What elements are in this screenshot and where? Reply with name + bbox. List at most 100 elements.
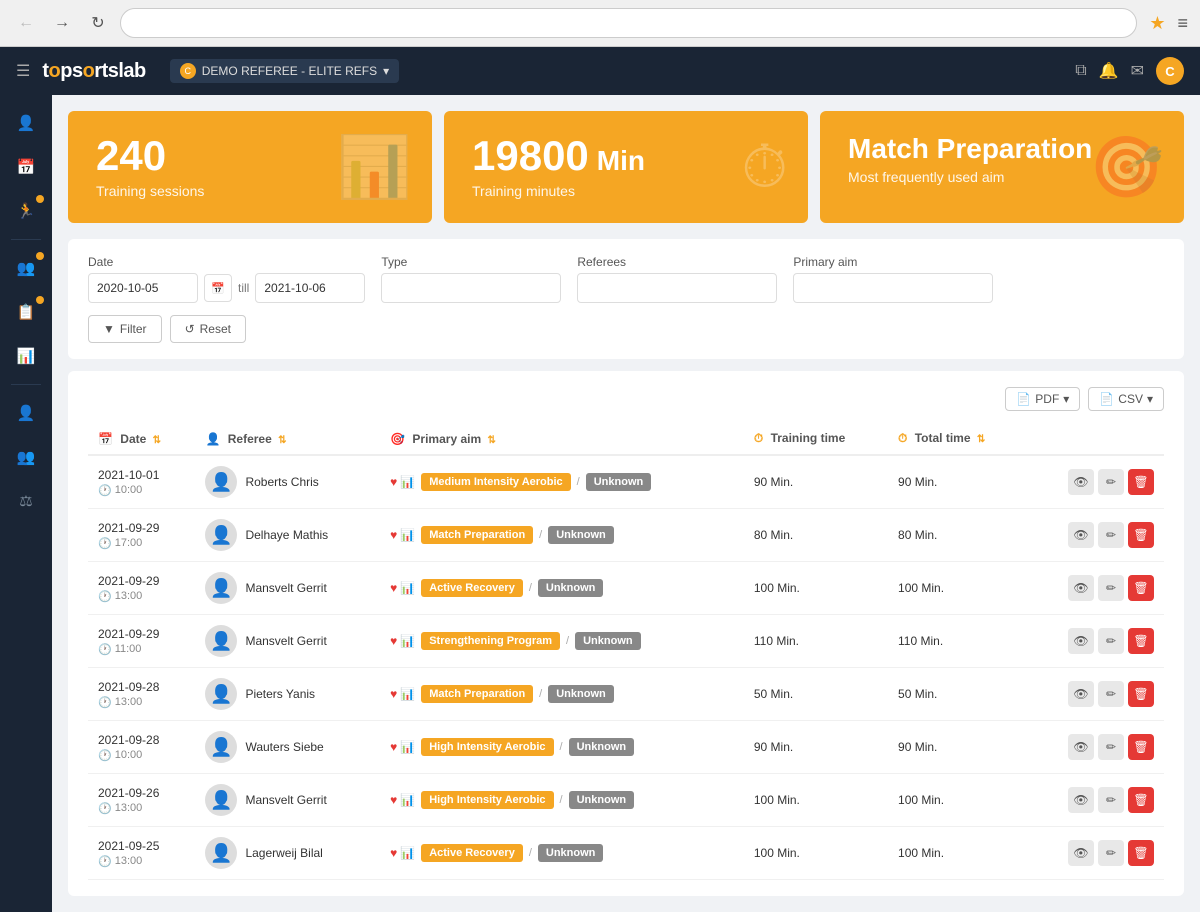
hamburger-icon[interactable]: ☰	[16, 61, 30, 81]
view-button[interactable]: 👁	[1068, 840, 1094, 866]
referee-name: Roberts Chris	[245, 475, 318, 489]
type-filter-input[interactable]	[381, 273, 561, 303]
time-value: 🕐13:00	[98, 855, 185, 868]
referee-avatar: 👤	[205, 466, 237, 498]
date-filter-label: Date	[88, 255, 365, 269]
col-referee[interactable]: 👤 Referee ⇅	[195, 423, 380, 455]
referee-name: Delhaye Mathis	[245, 528, 328, 542]
view-button[interactable]: 👁	[1068, 628, 1094, 654]
training-time-cell: 90 Min.	[744, 455, 888, 509]
date-to-input[interactable]	[255, 273, 365, 303]
delete-button[interactable]: 🗑	[1128, 575, 1154, 601]
edit-button[interactable]: ✏	[1098, 628, 1124, 654]
sidebar-item-calendar[interactable]: 📅	[4, 147, 48, 187]
date-from-input[interactable]	[88, 273, 198, 303]
aim-icons: ♥ 📊	[390, 528, 415, 542]
mail-icon[interactable]: ✉	[1131, 61, 1144, 81]
delete-button[interactable]: 🗑	[1128, 628, 1154, 654]
sidebar-item-user[interactable]: 👤	[4, 393, 48, 433]
date-value: 2021-09-29	[98, 574, 185, 588]
edit-button[interactable]: ✏	[1098, 681, 1124, 707]
bookmark-star-icon[interactable]: ★	[1149, 13, 1165, 34]
delete-button[interactable]: 🗑	[1128, 734, 1154, 760]
edit-button[interactable]: ✏	[1098, 840, 1124, 866]
demo-badge[interactable]: C DEMO REFEREE - ELITE REFS ▾	[170, 59, 399, 83]
edit-button[interactable]: ✏	[1098, 469, 1124, 495]
edit-button[interactable]: ✏	[1098, 522, 1124, 548]
total-time-cell: 80 Min.	[888, 509, 1027, 562]
sidebar-item-stats[interactable]: 📊	[4, 336, 48, 376]
date-cell: 2021-09-29 🕐13:00	[88, 562, 195, 615]
aim-cell: ♥ 📊 Medium Intensity Aerobic / Unknown	[380, 455, 744, 509]
view-button[interactable]: 👁	[1068, 787, 1094, 813]
sidebar-item-team[interactable]: 👥	[4, 248, 48, 288]
referee-col-label: Referee	[228, 432, 272, 446]
edit-button[interactable]: ✏	[1098, 734, 1124, 760]
sidebar-item-profile[interactable]: 👤	[4, 103, 48, 143]
aim-icons: ♥ 📊	[390, 846, 415, 860]
training-time-cell: 90 Min.	[744, 721, 888, 774]
external-link-icon[interactable]: ⧉	[1075, 62, 1086, 80]
time-value: 🕐13:00	[98, 802, 185, 815]
pdf-btn-label: PDF	[1035, 392, 1059, 406]
referee-name: Wauters Siebe	[245, 740, 323, 754]
table-row: 2021-09-29 🕐11:00 👤 Mansvelt Gerrit ♥ 📊 …	[88, 615, 1164, 668]
filter-button[interactable]: ▼ Filter	[88, 315, 162, 343]
time-value: 🕐11:00	[98, 643, 185, 656]
total-time-cell: 100 Min.	[888, 562, 1027, 615]
delete-button[interactable]: 🗑	[1128, 787, 1154, 813]
primary-aim-filter-input[interactable]	[793, 273, 993, 303]
referees-filter-input[interactable]	[577, 273, 777, 303]
delete-button[interactable]: 🗑	[1128, 522, 1154, 548]
col-training-time[interactable]: ⏱ Training time	[744, 423, 888, 455]
url-bar[interactable]	[120, 8, 1137, 38]
view-button[interactable]: 👁	[1068, 522, 1094, 548]
view-button[interactable]: 👁	[1068, 575, 1094, 601]
aim-icons: ♥ 📊	[390, 581, 415, 595]
secondary-aim-tag: Unknown	[538, 844, 604, 862]
col-primary-aim[interactable]: 🎯 Primary aim ⇅	[380, 423, 744, 455]
col-date[interactable]: 📅 Date ⇅	[88, 423, 195, 455]
refresh-button[interactable]: ↻	[84, 9, 112, 37]
secondary-aim-tag: Unknown	[586, 473, 652, 491]
browser-menu-icon[interactable]: ≡	[1177, 13, 1188, 34]
secondary-aim-tag: Unknown	[538, 579, 604, 597]
aim-cell: ♥ 📊 Active Recovery / Unknown	[380, 562, 744, 615]
delete-button[interactable]: 🗑	[1128, 840, 1154, 866]
pdf-export-button[interactable]: 📄 PDF ▾	[1005, 387, 1080, 411]
pdf-icon: 📄	[1016, 392, 1031, 406]
col-total-time[interactable]: ⏱ Total time ⇅	[888, 423, 1027, 455]
edit-button[interactable]: ✏	[1098, 575, 1124, 601]
table-section: 📄 PDF ▾ 📄 CSV ▾ 📅	[68, 371, 1184, 896]
user-avatar[interactable]: C	[1156, 57, 1184, 85]
back-button[interactable]: ←	[12, 9, 40, 37]
delete-button[interactable]: 🗑	[1128, 469, 1154, 495]
training-time-cell: 100 Min.	[744, 827, 888, 880]
date-col-icon: 📅	[98, 432, 113, 446]
sidebar-separator-1	[11, 239, 41, 240]
clock-icon: 🕐	[98, 590, 112, 603]
action-cell: 👁 ✏ 🗑	[1027, 774, 1164, 827]
sidebar-item-users[interactable]: 👥	[4, 437, 48, 477]
sidebar-item-reports[interactable]: 📋	[4, 292, 48, 332]
primary-aim-tag: High Intensity Aerobic	[421, 738, 553, 756]
view-button[interactable]: 👁	[1068, 469, 1094, 495]
sidebar-item-scales[interactable]: ⚖	[4, 481, 48, 521]
view-button[interactable]: 👁	[1068, 681, 1094, 707]
table-row: 2021-09-29 🕐17:00 👤 Delhaye Mathis ♥ 📊 M…	[88, 509, 1164, 562]
secondary-aim-tag: Unknown	[548, 526, 614, 544]
notification-icon[interactable]: 🔔	[1099, 61, 1119, 81]
csv-icon: 📄	[1099, 392, 1114, 406]
reset-button[interactable]: ↺ Reset	[170, 315, 246, 343]
forward-button[interactable]: →	[48, 9, 76, 37]
training-badge	[36, 195, 44, 203]
demo-dropdown-icon: ▾	[383, 64, 389, 78]
date-calendar-icon[interactable]: 📅	[204, 274, 232, 302]
sidebar-item-training[interactable]: 🏃	[4, 191, 48, 231]
chart-mini-icon: 📊	[400, 846, 415, 860]
view-button[interactable]: 👁	[1068, 734, 1094, 760]
delete-button[interactable]: 🗑	[1128, 681, 1154, 707]
table-row: 2021-09-28 🕐10:00 👤 Wauters Siebe ♥ 📊 Hi…	[88, 721, 1164, 774]
edit-button[interactable]: ✏	[1098, 787, 1124, 813]
csv-export-button[interactable]: 📄 CSV ▾	[1088, 387, 1164, 411]
